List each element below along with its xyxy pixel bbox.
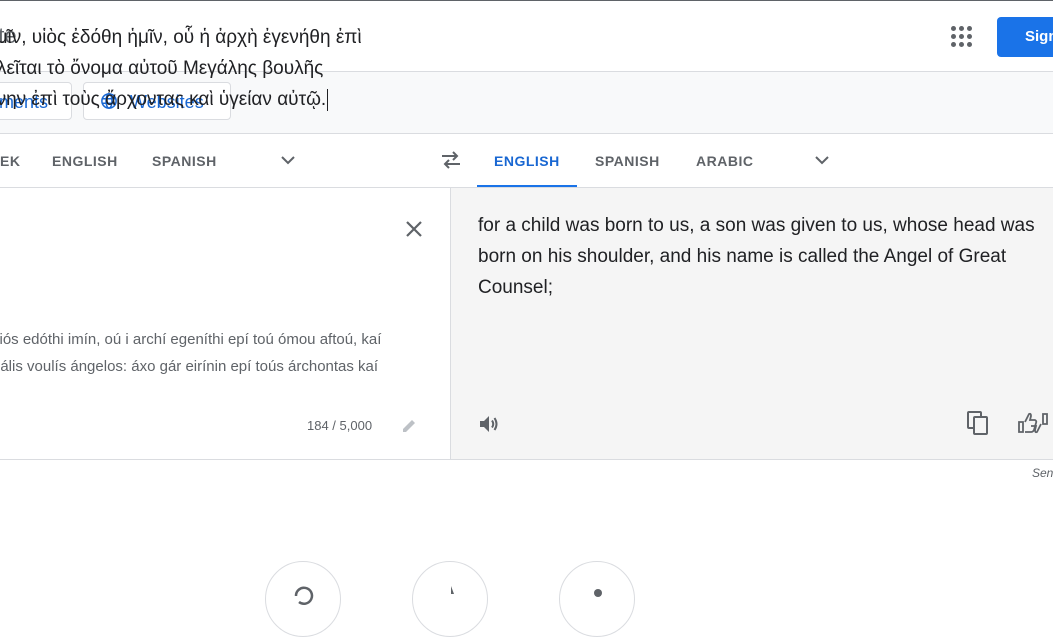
translation-output: for a child was born to us, a son was gi… — [478, 215, 1035, 298]
source-lang-detected[interactable]: EK — [0, 153, 20, 169]
text-cursor — [327, 88, 329, 111]
source-panel — [0, 188, 451, 460]
target-lang-arabic[interactable]: ARABIC — [696, 153, 753, 169]
active-tab-indicator — [477, 185, 577, 187]
transliteration: viós edóthi imín, oú i archí egeníthi ep… — [0, 326, 422, 380]
transliteration-line: gális voulís ángelos: áxo gár eirínin ep… — [0, 358, 379, 375]
language-bar: EK ENGLISH SPANISH ENGLISH SPANISH ARABI… — [0, 134, 1053, 188]
source-line: ήνην ἐπὶ τοὺς ἄρχοντας καὶ ὑγείαν αὐτῷ. — [0, 88, 329, 111]
sign-in-button[interactable]: Sign in — [997, 17, 1053, 57]
source-lang-spanish[interactable]: SPANISH — [152, 153, 217, 169]
target-lang-spanish[interactable]: SPANISH — [595, 153, 660, 169]
transliteration-line: viós edóthi imín, oú i archí egeníthi ep… — [0, 331, 382, 348]
copy-icon[interactable] — [966, 410, 990, 436]
speaker-icon[interactable] — [477, 412, 501, 436]
swap-languages-icon[interactable] — [440, 150, 462, 170]
contribute-button[interactable] — [559, 561, 635, 637]
pencil-icon[interactable] — [400, 417, 418, 435]
source-lang-english[interactable]: ENGLISH — [52, 153, 118, 169]
character-count: 184 / 5,000 — [307, 418, 373, 433]
source-line: ἡμῖν, υἱὸς ἐδόθη ἡμῖν, οὗ ἡ ἀρχὴ ἐγενήθη… — [0, 27, 362, 48]
saved-button[interactable] — [412, 561, 488, 637]
rate-translation-icon[interactable] — [1016, 410, 1050, 436]
google-apps-icon[interactable] — [951, 26, 973, 48]
history-button[interactable] — [265, 561, 341, 637]
history-icon — [294, 586, 314, 605]
chevron-down-icon[interactable] — [814, 152, 830, 168]
chevron-down-icon[interactable] — [280, 152, 296, 168]
people-icon — [594, 589, 602, 597]
source-line: αλεῖται τὸ ὄνομα αὐτοῦ Μεγάλης βουλῆς — [0, 58, 324, 79]
star-icon — [451, 586, 454, 594]
send-feedback-link[interactable]: Sen — [1032, 466, 1053, 480]
target-lang-english[interactable]: ENGLISH — [494, 153, 560, 169]
close-icon[interactable] — [403, 218, 425, 240]
source-text-input[interactable]: ἡμῖν, υἱὸς ἐδόθη ἡμῖν, οὗ ἡ ἀρχὴ ἐγενήθη… — [0, 22, 385, 115]
